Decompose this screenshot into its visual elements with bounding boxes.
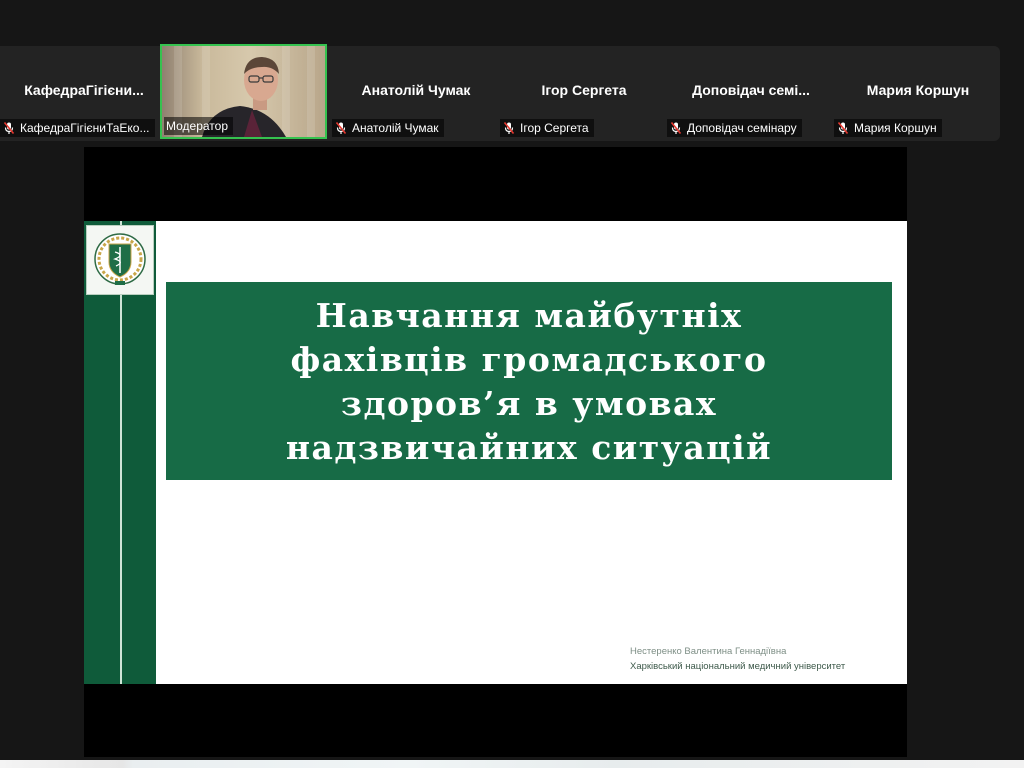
participant-strip: КафедраГігієни... КафедраГігієниТаЕко... [0,44,1002,141]
participant-name: Ігор Сергета [541,82,627,98]
participant-tile[interactable]: Ігор Сергета Ігор Сергета [500,46,668,141]
presentation-slide: Навчання майбутніх фахівців громадського… [84,221,907,684]
participant-caption-text: Мария Коршун [854,121,937,135]
participant-tile[interactable]: Доповідач семі... Доповідач семінару [667,46,835,141]
participant-tile[interactable]: Анатолій Чумак Анатолій Чумак [332,46,500,141]
participant-name: Мария Коршун [866,82,970,98]
participant-name: Анатолій Чумак [361,82,471,98]
mic-muted-icon [837,121,849,135]
participant-tile[interactable]: Мария Коршун Мария Коршун [834,46,1002,141]
participant-caption-text: Ігор Сергета [520,121,589,135]
participant-caption-text: Доповідач семінару [687,121,797,135]
slide-footer: Нестеренко Валентина Геннадіївна Харківс… [630,644,845,674]
slide-author: Нестеренко Валентина Геннадіївна [630,646,787,657]
participant-caption: КафедраГігієниТаЕко... [0,119,155,137]
mic-muted-icon [503,121,515,135]
mic-muted-icon [670,121,682,135]
slide-title: Навчання майбутніх фахівців громадського… [285,296,773,467]
mic-muted-icon [3,121,15,135]
bottom-edge [0,760,1024,768]
meeting-window: КафедраГігієни... КафедраГігієниТаЕко... [0,0,1024,768]
participant-caption: Мария Коршун [834,119,942,137]
slide-title-box: Навчання майбутніх фахівців громадського… [166,282,892,480]
slide-sidebar [84,221,156,684]
active-speaker-video[interactable]: Модератор [160,44,327,139]
participant-name: Доповідач семі... [692,82,810,98]
slide-institution: Харківський національний медичний універ… [630,661,846,672]
participant-tile[interactable]: КафедраГігієни... КафедраГігієниТаЕко... [0,46,168,141]
mic-muted-icon [335,121,347,135]
participant-caption-text: КафедраГігієниТаЕко... [20,121,150,135]
university-emblem-icon [86,225,154,295]
participant-name: КафедраГігієни... [24,82,144,98]
active-speaker-caption: Модератор [164,117,234,135]
participant-caption: Доповідач семінару [667,119,802,137]
participant-caption: Анатолій Чумак [332,119,444,137]
participant-caption-text: Анатолій Чумак [352,121,439,135]
participant-caption: Ігор Сергета [500,119,594,137]
